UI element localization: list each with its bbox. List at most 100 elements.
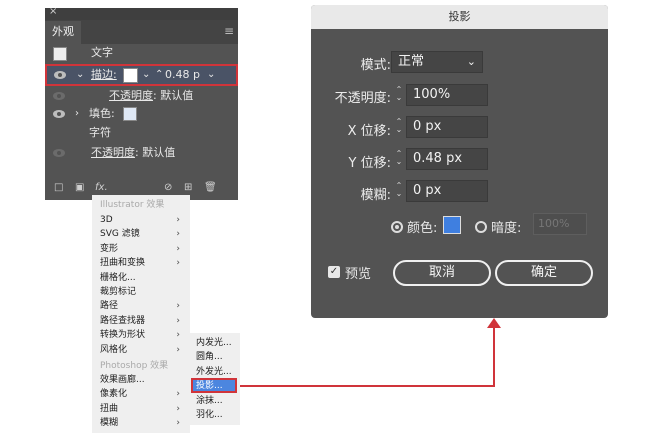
trash-icon[interactable]: 🗑 (204, 182, 217, 193)
menu-item[interactable]: 3D › (100, 213, 186, 227)
blur-input[interactable]: 0 px (406, 180, 488, 202)
appearance-panel: × 外观 ≡ 文字 ⌄ 描边: ⌄ ⌃ 0.48 p ⌄ 不透明度 : 默认值 … (45, 6, 238, 200)
opacity-input[interactable]: 100% (406, 84, 488, 106)
menu-header-illustrator: Illustrator 效果 (100, 200, 165, 210)
opacity-link[interactable]: 不透明度 (91, 143, 135, 163)
menu-item[interactable]: 路径 › (100, 299, 186, 313)
connector-line (240, 385, 494, 387)
menu-item[interactable]: 转换为形状 › (100, 328, 186, 342)
chevron-right-icon: › (176, 215, 180, 225)
row-stroke[interactable]: ⌄ 描边: ⌄ ⌃ 0.48 p ⌄ (45, 64, 238, 86)
menu-item[interactable]: 内发光... (196, 336, 240, 350)
effects-menu: Illustrator 效果 3D › SVG 滤镜 › 变形 › 扭曲和变换 › 栅格化...… (92, 195, 190, 433)
mode-select[interactable]: 正常 ⌄ (391, 51, 483, 73)
connector-arrow (487, 318, 501, 328)
y-offset-input[interactable]: 0.48 px (406, 148, 488, 170)
fill-label[interactable]: 填色: (89, 104, 115, 124)
chevron-right-icon: › (176, 243, 180, 254)
color-radio[interactable] (391, 221, 403, 233)
menu-item-label: 转换为形状 (100, 330, 146, 341)
menu-item[interactable]: 涂抹... (196, 394, 240, 408)
text-thumbnail (53, 47, 67, 61)
stepper-icon[interactable]: ⌃ ⌄ (394, 150, 404, 170)
menu-item[interactable]: 外发光... (196, 365, 240, 379)
menu-item-label: 扭曲和变换 (100, 258, 146, 269)
stroke-label[interactable]: 描边: (91, 66, 117, 84)
chevron-right-icon: › (176, 389, 180, 400)
color-swatch[interactable] (443, 216, 461, 234)
stroke-opacity-link[interactable]: 不透明度 (109, 86, 153, 106)
row-fill[interactable]: › 填色: (45, 104, 238, 124)
chevron-right-icon: › (176, 258, 180, 269)
menu-item[interactable]: 风格化 › (100, 343, 186, 357)
x-offset-label: X 位移: (347, 124, 391, 139)
darkness-input: 100% (533, 213, 587, 235)
duplicate-icon[interactable]: ⊞ (184, 182, 192, 193)
menu-item-label: SVG 滤镜 (100, 229, 140, 240)
menu-item[interactable]: 扭曲 › (100, 402, 186, 416)
chevron-right-icon: › (176, 315, 180, 326)
row-opacity[interactable]: 不透明度 : 默认值 (45, 143, 238, 163)
preview-checkbox[interactable]: ✓ (328, 266, 340, 278)
y-offset-label: Y 位移: (348, 156, 391, 171)
stroke-weight-input[interactable]: 0.48 p (165, 66, 200, 84)
chevron-right-icon: › (176, 418, 180, 429)
eye-icon[interactable] (53, 149, 65, 157)
clear-icon[interactable]: ⊘ (164, 182, 172, 193)
new-stroke-icon[interactable]: □ (54, 182, 63, 193)
mode-label: 模式: (360, 58, 391, 73)
new-fill-icon[interactable]: ▣ (75, 182, 84, 193)
tab-appearance[interactable]: 外观 (45, 21, 81, 44)
blur-label: 模糊: (360, 188, 391, 203)
stepper-icon[interactable]: ⌃ ⌄ (394, 118, 404, 138)
menu-item-label: 裁剪标记 (100, 287, 137, 297)
menu-item[interactable]: 裁剪标记 (100, 285, 186, 299)
menu-item-drop-shadow[interactable]: 投影... (196, 379, 240, 393)
menu-item[interactable]: 圆角... (196, 350, 240, 364)
characters-label: 字符 (89, 126, 111, 139)
drop-shadow-dialog: 投影 模式: 正常 ⌄ 不透明度: ⌃ ⌄ 100% X 位移: ⌃ ⌄ 0 px … (311, 5, 608, 318)
chevron-right-icon: › (176, 229, 180, 240)
chevron-right-icon: › (176, 301, 180, 312)
menu-item[interactable]: 羽化... (196, 408, 240, 422)
menu-item-label: 路径查找器 (100, 315, 146, 326)
row-characters: 字符 (45, 123, 238, 143)
row-text[interactable]: 文字 (45, 43, 238, 63)
cancel-button[interactable]: 取消 (393, 260, 491, 286)
eye-icon[interactable] (53, 110, 65, 118)
menu-item-label: 3D (100, 215, 113, 225)
chevron-right-icon[interactable]: › (75, 104, 79, 124)
menu-item[interactable]: 模糊 › (100, 416, 186, 430)
stylize-submenu: 内发光... 圆角... 外发光... 投影... 涂抹... 羽化... (188, 333, 240, 425)
stepper-icon[interactable]: ⌃ (155, 66, 163, 84)
chevron-right-icon: › (176, 344, 180, 355)
chevron-down-icon[interactable]: ⌄ (207, 66, 215, 84)
menu-item[interactable]: SVG 滤镜 › (100, 227, 186, 241)
stepper-icon[interactable]: ⌃ ⌄ (394, 182, 404, 202)
stepper-icon[interactable]: ⌃ ⌄ (394, 86, 404, 106)
row-stroke-opacity[interactable]: 不透明度 : 默认值 (45, 86, 238, 106)
chevron-down-icon[interactable]: ⌄ (142, 66, 150, 84)
ok-button[interactable]: 确定 (495, 260, 593, 286)
menu-item-label: 变形 (100, 243, 119, 254)
menu-item-label: 像素化 (100, 389, 128, 400)
close-icon[interactable]: × (49, 6, 57, 17)
panel-menu-icon[interactable]: ≡ (224, 24, 234, 38)
stroke-swatch[interactable] (123, 68, 138, 83)
menu-item[interactable]: 栅格化... (100, 271, 186, 285)
eye-icon[interactable] (54, 71, 66, 79)
menu-item[interactable]: 扭曲和变换 › (100, 256, 186, 270)
menu-item[interactable]: 效果画廊... (100, 373, 186, 387)
chevron-down-icon[interactable]: ⌄ (76, 66, 84, 84)
darkness-radio[interactable] (475, 221, 487, 233)
eye-icon[interactable] (53, 92, 65, 100)
menu-item[interactable]: 变形 › (100, 242, 186, 256)
fill-swatch[interactable] (123, 107, 137, 121)
menu-item-label: 栅格化... (100, 272, 136, 283)
menu-header-photoshop: Photoshop 效果 (100, 361, 169, 371)
fx-icon[interactable]: fx. (95, 182, 108, 193)
opacity-label: 不透明度: (334, 91, 391, 106)
menu-item[interactable]: 路径查找器 › (100, 314, 186, 328)
x-offset-input[interactable]: 0 px (406, 116, 488, 138)
menu-item[interactable]: 像素化 › (100, 387, 186, 401)
